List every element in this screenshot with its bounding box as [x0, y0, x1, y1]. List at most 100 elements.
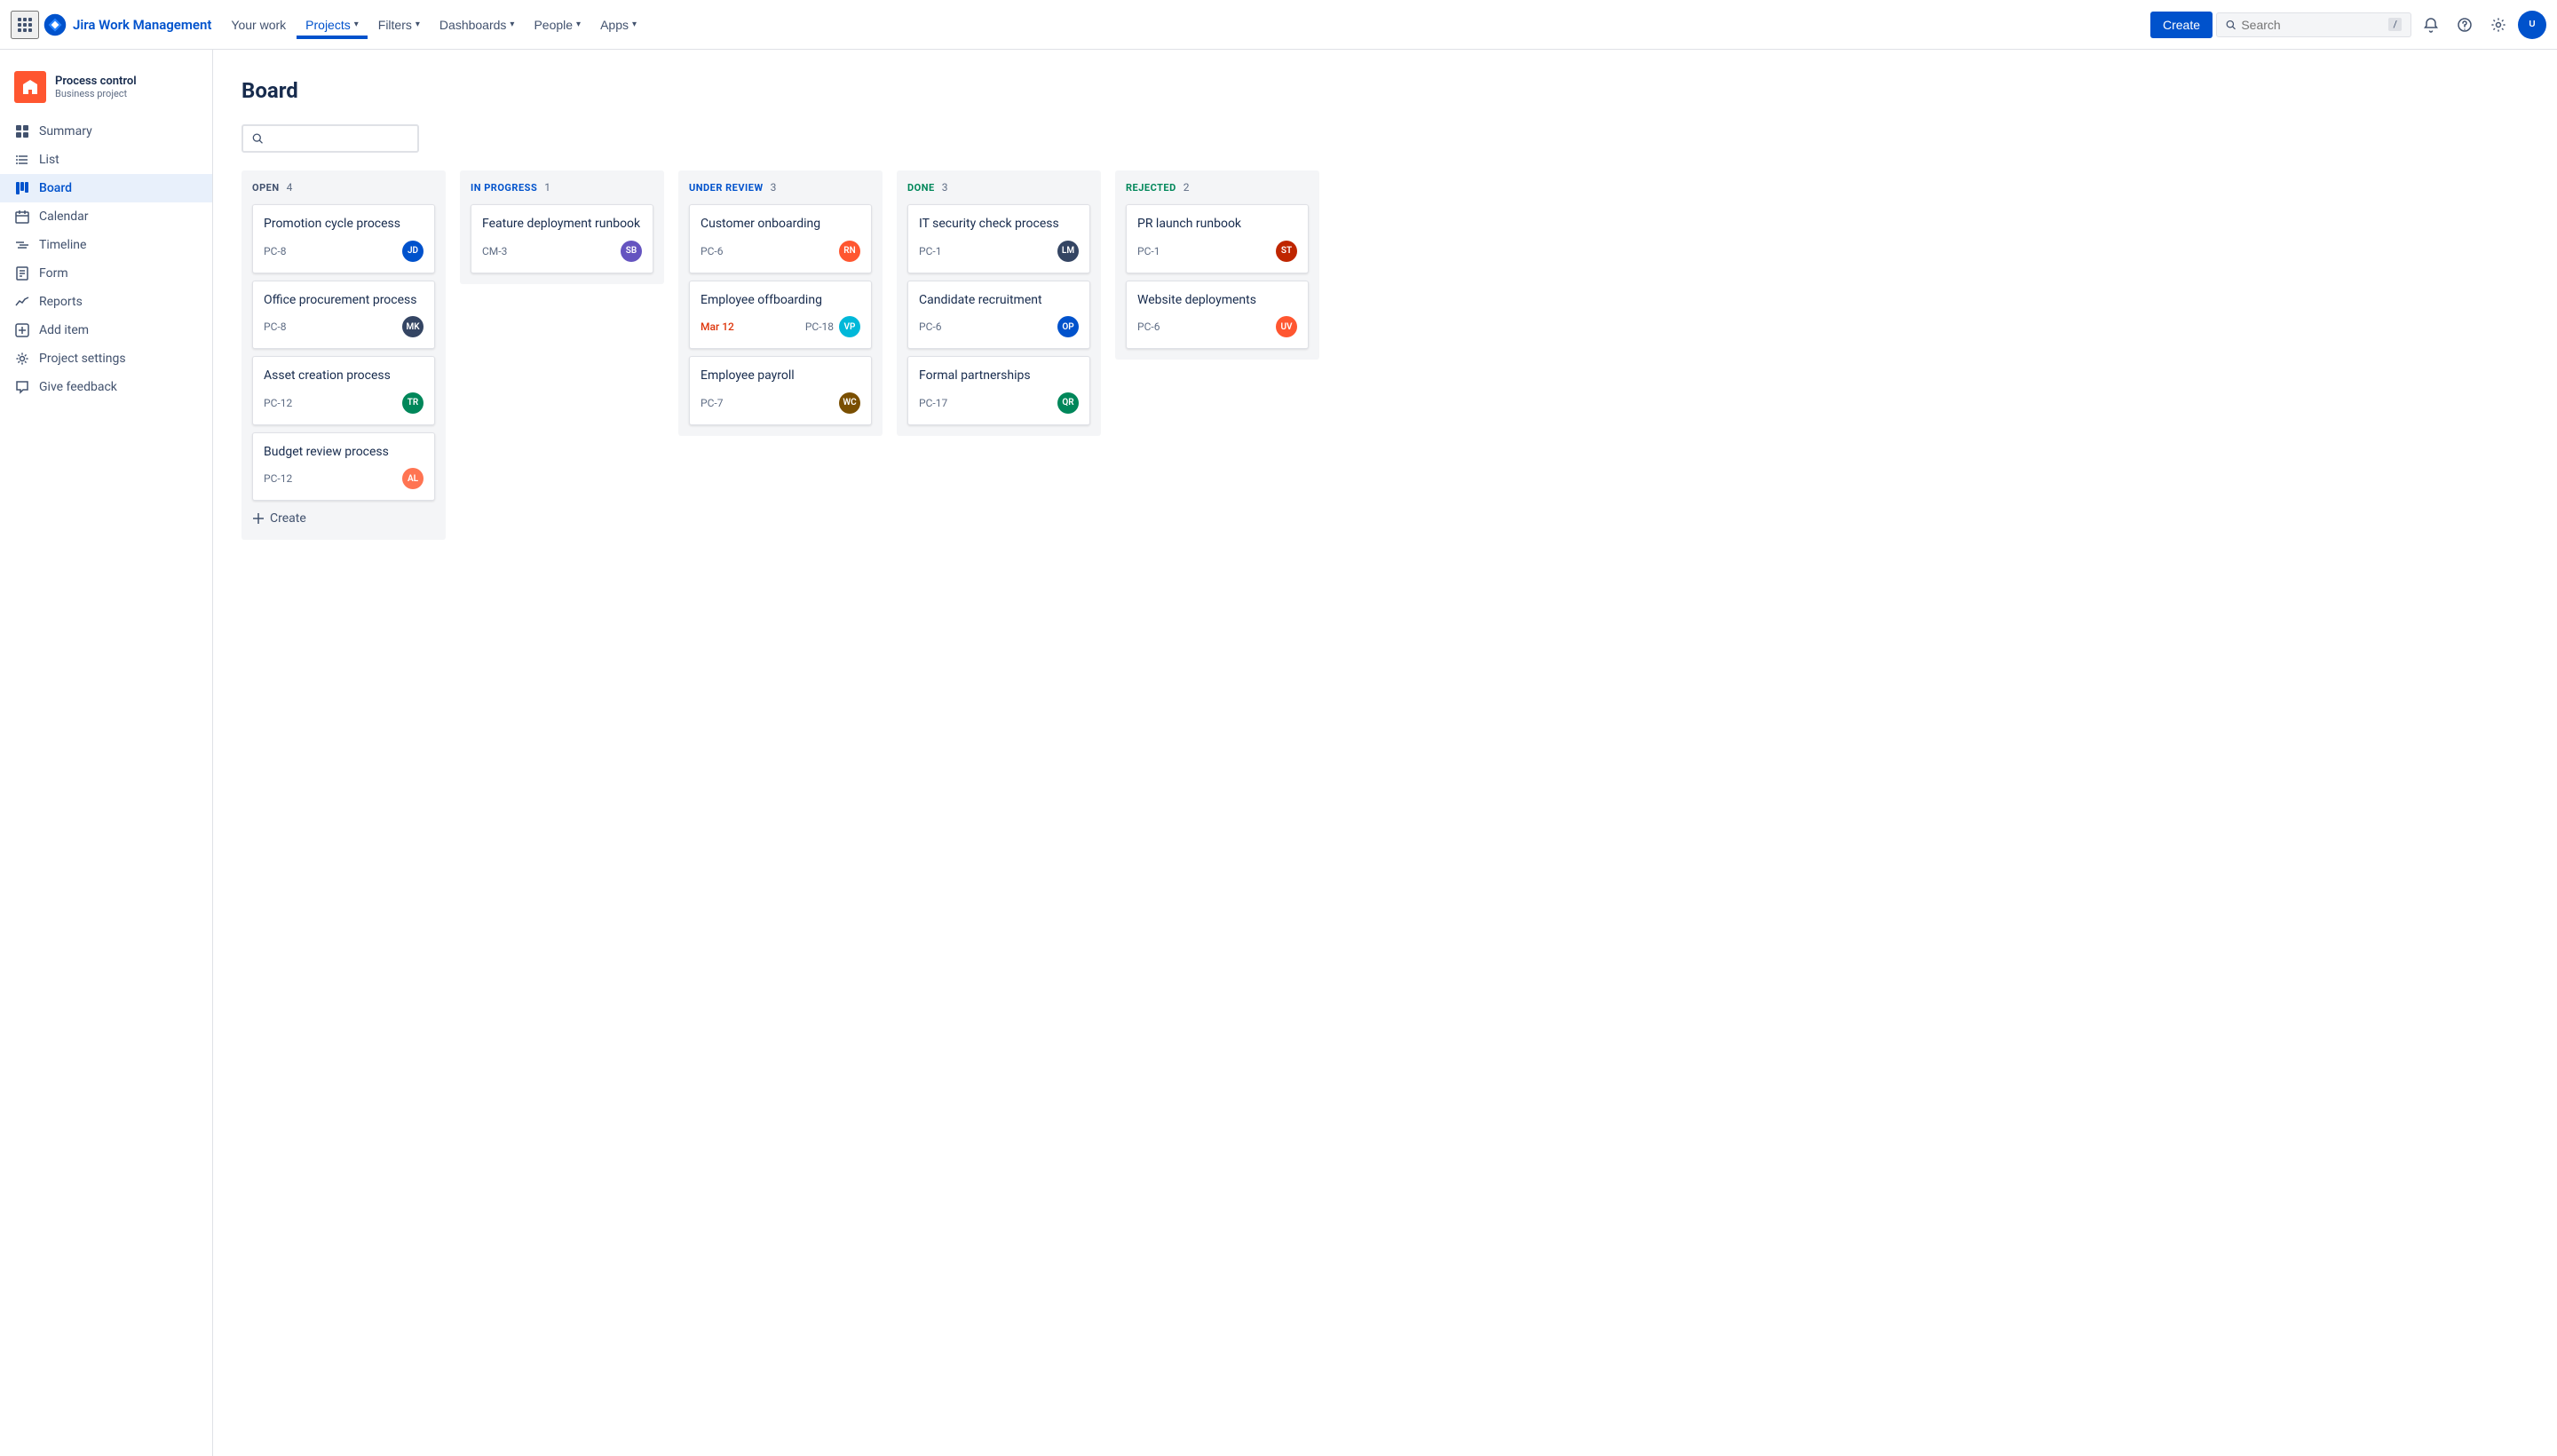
card-title-c11: Formal partnerships — [919, 368, 1079, 385]
sidebar-reports-label: Reports — [39, 295, 83, 309]
card-footer-c12: PC-1 ST — [1137, 241, 1297, 262]
card-avatar-c8: WC — [839, 392, 860, 414]
sidebar-project-settings-label: Project settings — [39, 352, 126, 366]
sidebar: Process control Business project Summary… — [0, 50, 213, 1456]
search-input[interactable] — [2241, 18, 2383, 32]
user-avatar-button[interactable]: U — [2518, 11, 2546, 39]
nav-dashboards-button[interactable]: Dashboards ▾ — [431, 12, 524, 37]
column-header-done: DONE 3 — [907, 181, 1090, 194]
card-id-c13: PC-6 — [1137, 320, 1160, 333]
search-icon — [2226, 19, 2236, 31]
board-search-input[interactable] — [270, 131, 408, 146]
column-header-underreview: UNDER REVIEW 3 — [689, 181, 872, 194]
nav-filters-button[interactable]: Filters ▾ — [369, 12, 429, 37]
board-search-box[interactable] — [241, 124, 419, 153]
card-avatar-c3: TR — [402, 392, 424, 414]
timeline-icon — [14, 238, 30, 252]
card-footer-c1: PC-8 JD — [264, 241, 424, 262]
sidebar-item-board[interactable]: Board — [0, 174, 212, 202]
nav-projects-button[interactable]: Projects ▾ — [297, 12, 368, 37]
project-info: Process control Business project — [55, 75, 137, 99]
top-navigation: Jira Work Management Your work Projects … — [0, 0, 2557, 50]
nav-filters: Filters ▾ — [369, 12, 429, 37]
nav-apps-button[interactable]: Apps ▾ — [591, 12, 645, 37]
card-c9[interactable]: IT security check process PC-1 LM — [907, 204, 1090, 273]
card-c6[interactable]: Customer onboarding PC-6 RN — [689, 204, 872, 273]
card-avatar-c10: OP — [1057, 316, 1079, 337]
help-icon — [2457, 17, 2473, 33]
nav-people-button[interactable]: People ▾ — [525, 12, 590, 37]
card-c11[interactable]: Formal partnerships PC-17 QR — [907, 356, 1090, 425]
search-shortcut: / — [2388, 18, 2402, 31]
column-header-open: OPEN 4 — [252, 181, 435, 194]
sidebar-item-add-item[interactable]: Add item — [0, 316, 212, 344]
card-footer-c11: PC-17 QR — [919, 392, 1079, 414]
card-id-c7: PC-18 — [805, 320, 834, 333]
card-id-c10: PC-6 — [919, 320, 941, 333]
apps-chevron-icon: ▾ — [632, 20, 637, 29]
topnav-right-controls: / U — [2216, 11, 2546, 39]
sidebar-item-project-settings[interactable]: Project settings — [0, 344, 212, 373]
filters-chevron-icon: ▾ — [416, 20, 420, 29]
card-c12[interactable]: PR launch runbook PC-1 ST — [1126, 204, 1309, 273]
settings-button[interactable] — [2484, 11, 2513, 39]
card-title-c4: Budget review process — [264, 444, 424, 462]
board-column-underreview: UNDER REVIEW 3 Customer onboarding PC-6 … — [678, 170, 883, 436]
card-title-c3: Asset creation process — [264, 368, 424, 385]
sidebar-board-label: Board — [39, 181, 72, 195]
board-icon — [14, 181, 30, 195]
card-c10[interactable]: Candidate recruitment PC-6 OP — [907, 281, 1090, 350]
sidebar-item-give-feedback[interactable]: Give feedback — [0, 373, 212, 401]
card-c4[interactable]: Budget review process PC-12 AL — [252, 432, 435, 502]
card-c3[interactable]: Asset creation process PC-12 TR — [252, 356, 435, 425]
column-create-open[interactable]: Create — [252, 508, 435, 529]
sidebar-item-reports[interactable]: Reports — [0, 288, 212, 316]
create-button[interactable]: Create — [2150, 12, 2213, 38]
grid-menu-icon[interactable] — [11, 11, 39, 39]
summary-icon — [14, 124, 30, 138]
card-title-c6: Customer onboarding — [701, 216, 860, 233]
sidebar-item-form[interactable]: Form — [0, 259, 212, 288]
card-c8[interactable]: Employee payroll PC-7 WC — [689, 356, 872, 425]
logo-text: Jira Work Management — [73, 17, 211, 33]
sidebar-item-list[interactable]: List — [0, 146, 212, 174]
column-count-open: 4 — [287, 181, 293, 194]
card-c1[interactable]: Promotion cycle process PC-8 JD — [252, 204, 435, 273]
create-label: Create — [270, 511, 306, 526]
column-label-rejected: REJECTED — [1126, 182, 1176, 194]
project-type: Business project — [55, 88, 137, 99]
nav-your-work-button[interactable]: Your work — [222, 12, 295, 37]
card-footer-c4: PC-12 AL — [264, 468, 424, 489]
sidebar-item-timeline[interactable]: Timeline — [0, 231, 212, 259]
card-avatar-c7: VP — [839, 316, 860, 337]
card-title-c5: Feature deployment runbook — [482, 216, 642, 233]
sidebar-item-calendar[interactable]: Calendar — [0, 202, 212, 231]
logo-link[interactable]: Jira Work Management — [43, 12, 211, 37]
nav-people: People ▾ — [525, 12, 590, 37]
notifications-button[interactable] — [2417, 11, 2445, 39]
project-settings-icon — [14, 352, 30, 366]
help-button[interactable] — [2450, 11, 2479, 39]
card-title-c1: Promotion cycle process — [264, 216, 424, 233]
card-avatar-c12: ST — [1276, 241, 1297, 262]
search-box[interactable]: / — [2216, 12, 2411, 37]
card-id-c3: PC-12 — [264, 397, 292, 409]
column-count-rejected: 2 — [1184, 181, 1190, 194]
column-count-done: 3 — [942, 181, 948, 194]
create-plus-icon — [252, 512, 265, 525]
card-id-c8: PC-7 — [701, 397, 723, 409]
card-c2[interactable]: Office procurement process PC-8 MK — [252, 281, 435, 350]
gear-icon — [2490, 17, 2506, 33]
card-c7[interactable]: Employee offboarding Mar 12 PC-18 VP — [689, 281, 872, 350]
card-c13[interactable]: Website deployments PC-6 UV — [1126, 281, 1309, 350]
sidebar-add-item-label: Add item — [39, 323, 89, 337]
card-id-c9: PC-1 — [919, 245, 941, 257]
card-title-c10: Candidate recruitment — [919, 292, 1079, 310]
sidebar-item-summary[interactable]: Summary — [0, 117, 212, 146]
board-column-done: DONE 3 IT security check process PC-1 LM… — [897, 170, 1101, 436]
projects-chevron-icon: ▾ — [354, 20, 359, 29]
sidebar-timeline-label: Timeline — [39, 238, 86, 252]
nav-dashboards: Dashboards ▾ — [431, 12, 524, 37]
card-title-c12: PR launch runbook — [1137, 216, 1297, 233]
card-c5[interactable]: Feature deployment runbook CM-3 SB — [471, 204, 653, 273]
